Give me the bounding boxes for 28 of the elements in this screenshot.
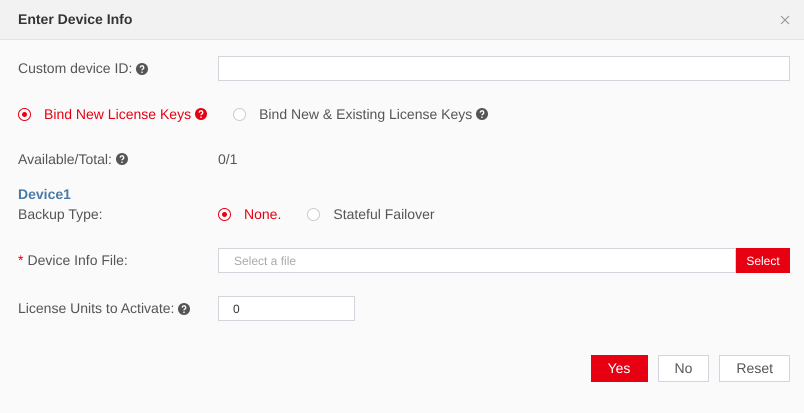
help-icon[interactable] <box>136 62 148 74</box>
input-field[interactable]: 0 <box>218 296 355 321</box>
radio-button[interactable] <box>18 108 31 120</box>
field-label: Backup Type: <box>18 204 103 224</box>
help-icon[interactable] <box>116 153 128 165</box>
field-label: Device Info File: <box>27 251 128 270</box>
field-label: Custom device ID: <box>18 59 132 78</box>
radio-label[interactable]: Bind New & Existing License Keys <box>259 104 472 124</box>
dialog-button[interactable]: No <box>658 355 710 382</box>
availability-value: 0/1 <box>218 150 238 168</box>
field-label: License Units to Activate: <box>18 299 174 318</box>
dialog-button[interactable]: Reset <box>719 355 790 382</box>
dialog-button[interactable]: Yes <box>590 355 648 382</box>
help-icon[interactable] <box>178 302 190 314</box>
dialog-title: Enter Device Info <box>18 10 132 29</box>
input-field[interactable] <box>218 56 790 81</box>
radio-button[interactable] <box>218 208 231 220</box>
select-button[interactable]: Select <box>736 248 790 273</box>
field-label: Available/Total: <box>18 150 112 168</box>
required-mark: * <box>18 251 24 270</box>
section-heading: Device1 <box>18 185 72 203</box>
help-icon[interactable] <box>476 108 488 120</box>
close-icon[interactable] <box>780 14 790 24</box>
radio-label[interactable]: Bind New License Keys <box>44 104 192 124</box>
radio-label[interactable]: Stateful Failover <box>333 204 435 224</box>
file-field[interactable]: Select a file <box>218 248 736 273</box>
radio-label[interactable]: None. <box>244 204 282 224</box>
help-icon[interactable] <box>195 108 208 120</box>
